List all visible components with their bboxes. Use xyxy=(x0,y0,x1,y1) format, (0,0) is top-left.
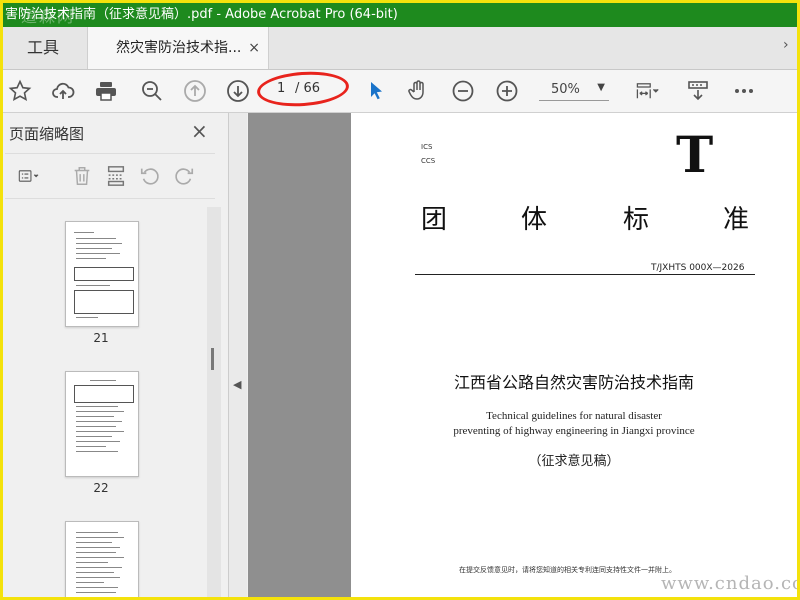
watermark-logo: 道森网 xyxy=(21,7,76,26)
rotate-left-icon[interactable] xyxy=(137,163,163,189)
divider-line xyxy=(415,274,755,275)
panel-title: 页面缩略图 xyxy=(9,125,85,143)
page-number-field[interactable]: 1 / 66 xyxy=(265,78,341,102)
scroll-mode-icon[interactable] xyxy=(683,76,713,106)
page-thumbnail[interactable] xyxy=(65,371,139,477)
zoom-out-search-icon[interactable] xyxy=(137,76,167,106)
zoom-plus-icon[interactable] xyxy=(492,76,522,106)
title-bar: 害防治技术指南（征求意见稿）.pdf - Adobe Acrobat Pro (… xyxy=(3,3,797,27)
zoom-value: 50% xyxy=(551,82,580,97)
tab-document-label: 然灾害防治技术指... xyxy=(116,40,242,56)
options-menu-icon[interactable] xyxy=(9,163,49,189)
heading-char: 体 xyxy=(521,205,548,235)
page-thumbnail[interactable] xyxy=(65,521,139,597)
page-up-icon[interactable] xyxy=(180,76,210,106)
fit-page-icon[interactable] xyxy=(629,76,665,106)
tab-tools[interactable]: 工具 xyxy=(3,27,83,69)
window-frame: 害防治技术指南（征求意见稿）.pdf - Adobe Acrobat Pro (… xyxy=(0,0,800,600)
rotate-right-icon[interactable] xyxy=(171,163,197,189)
standard-code: T/JXHTS 000X—2026 xyxy=(651,263,745,273)
panel-toolbar xyxy=(5,153,215,199)
english-title-line1: Technical guidelines for natural disaste… xyxy=(486,410,662,422)
page-thumbnail[interactable] xyxy=(65,221,139,327)
zoom-minus-icon[interactable] xyxy=(448,76,478,106)
close-panel-icon[interactable]: × xyxy=(191,119,208,143)
hand-icon[interactable] xyxy=(403,76,433,106)
ics-label: ICS xyxy=(421,143,433,151)
pdf-page: ICS CCS T 团 体 标 准 T/JXHTS 000X—2026 江西省公… xyxy=(351,113,797,597)
watermark-url: www.cndao.com xyxy=(661,573,797,594)
more-icon[interactable] xyxy=(729,76,759,106)
close-tab-icon[interactable]: × xyxy=(248,27,260,69)
page-down-icon[interactable] xyxy=(223,76,253,106)
main-toolbar: 1 / 66 50% ▼ xyxy=(3,68,797,113)
collapse-arrow-icon: ◀ xyxy=(233,378,242,391)
tab-scroll-right-icon[interactable]: › xyxy=(783,37,795,57)
heading-char: 团 xyxy=(421,205,448,235)
canvas-background xyxy=(248,113,351,597)
feedback-note: 在提交反馈意见时，请将您知道的相关专利连同支持性文件一并附上。 xyxy=(459,566,676,574)
print-icon[interactable] xyxy=(91,76,121,106)
panel-scrollbar[interactable] xyxy=(207,207,221,597)
tab-bar: 工具 然灾害防治技术指... × › xyxy=(3,27,797,70)
insert-page-icon[interactable] xyxy=(103,163,129,189)
zoom-select[interactable]: 50% ▼ xyxy=(539,80,609,101)
trash-icon[interactable] xyxy=(69,163,95,189)
scrollbar-thumb[interactable] xyxy=(211,348,214,370)
heading-char: 标 xyxy=(623,205,650,235)
english-title-line2: preventing of highway engineering in Jia… xyxy=(453,425,695,437)
select-cursor-icon[interactable] xyxy=(361,76,391,106)
heading-char: 准 xyxy=(723,205,750,235)
thumbnail-list: 21 22 xyxy=(3,207,213,597)
document-title: 江西省公路自然灾害防治技术指南 xyxy=(453,373,694,392)
ccs-label: CCS xyxy=(421,157,436,165)
thumbnails-panel: 页面缩略图 × 21 22 xyxy=(3,113,229,597)
standard-logo-letter: T xyxy=(676,125,714,184)
current-page-input[interactable]: 1 xyxy=(277,81,285,96)
thumbnail-page-number: 21 xyxy=(93,331,109,345)
upload-cloud-icon[interactable] xyxy=(48,76,78,106)
star-icon[interactable] xyxy=(5,76,35,106)
thumbnail-page-number: 22 xyxy=(93,481,109,495)
draft-status: （征求意见稿） xyxy=(528,454,620,469)
collapse-panel-handle[interactable]: ◀ xyxy=(229,113,247,597)
total-pages-label: / 66 xyxy=(295,81,321,96)
tab-document[interactable]: 然灾害防治技术指... × xyxy=(87,27,269,69)
chevron-down-icon: ▼ xyxy=(597,82,605,93)
